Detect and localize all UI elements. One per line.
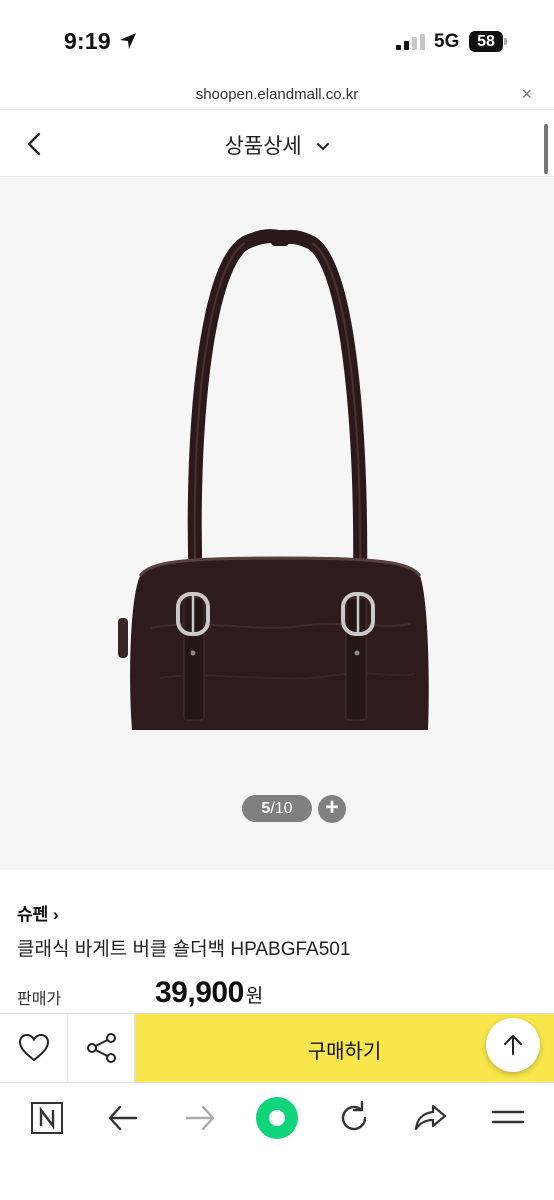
location-arrow-icon (120, 33, 136, 49)
price-unit: 원 (245, 986, 263, 1007)
product-name: 클래식 바게트 버클 숄더백 HPABGFA501 (17, 939, 351, 960)
price-amount: 39,900 (155, 976, 244, 1009)
share-icon (87, 1033, 116, 1063)
url-bar[interactable]: shoopen.elandmall.co.kr × (0, 80, 554, 110)
chevron-down-icon (316, 143, 329, 151)
naver-n-icon (31, 1102, 63, 1134)
scrollbar[interactable] (544, 124, 548, 174)
page-header: 상품상세 (0, 111, 554, 177)
page-title[interactable]: 상품상세 (0, 130, 554, 160)
arrow-up-icon (504, 1035, 522, 1055)
naver-n-button[interactable] (27, 1098, 67, 1138)
price-value: 39,900 원 (155, 976, 263, 1010)
reload-button[interactable] (334, 1098, 374, 1138)
reload-icon (341, 1100, 367, 1131)
product-image-gallery[interactable]: 5/10 + (0, 178, 554, 870)
browser-toolbar (0, 1082, 554, 1200)
browser-back-button[interactable] (103, 1098, 143, 1138)
home-dot-icon[interactable] (256, 1097, 298, 1139)
menu-button[interactable] (489, 1098, 529, 1138)
close-icon[interactable]: × (521, 84, 532, 105)
gallery-total: 10 (274, 800, 293, 817)
forward-arrow-icon (185, 1105, 215, 1131)
scroll-top-button[interactable] (486, 1018, 540, 1072)
battery-tip (504, 38, 507, 45)
gallery-current: 5 (261, 800, 271, 817)
status-bar: 9:19 5G 58 (0, 0, 554, 80)
price-label: 판매가 (17, 991, 62, 1008)
share-arrow-icon (414, 1104, 447, 1131)
share-button[interactable] (68, 1014, 135, 1082)
heart-icon (18, 1033, 50, 1062)
signal-bars-icon (396, 34, 425, 50)
product-photo (118, 229, 429, 730)
brand-link[interactable]: 슈펜 › (17, 900, 59, 925)
browser-forward-button[interactable] (180, 1098, 220, 1138)
battery-level: 58 (469, 31, 503, 52)
gallery-page-counter: 5/10 (242, 795, 312, 822)
zoom-button[interactable]: + (318, 795, 346, 823)
back-arrow-icon (108, 1105, 138, 1131)
wish-button[interactable] (0, 1014, 68, 1082)
page-title-text: 상품상세 (224, 135, 302, 158)
purchase-bar: 구매하기 (0, 1013, 554, 1082)
browser-share-button[interactable] (411, 1098, 451, 1138)
status-time: 9:19 (64, 28, 111, 54)
network-type: 5G (434, 31, 460, 52)
menu-icon (491, 1110, 525, 1124)
battery-icon: 58 (469, 31, 507, 52)
url-text[interactable]: shoopen.elandmall.co.kr (0, 86, 554, 103)
